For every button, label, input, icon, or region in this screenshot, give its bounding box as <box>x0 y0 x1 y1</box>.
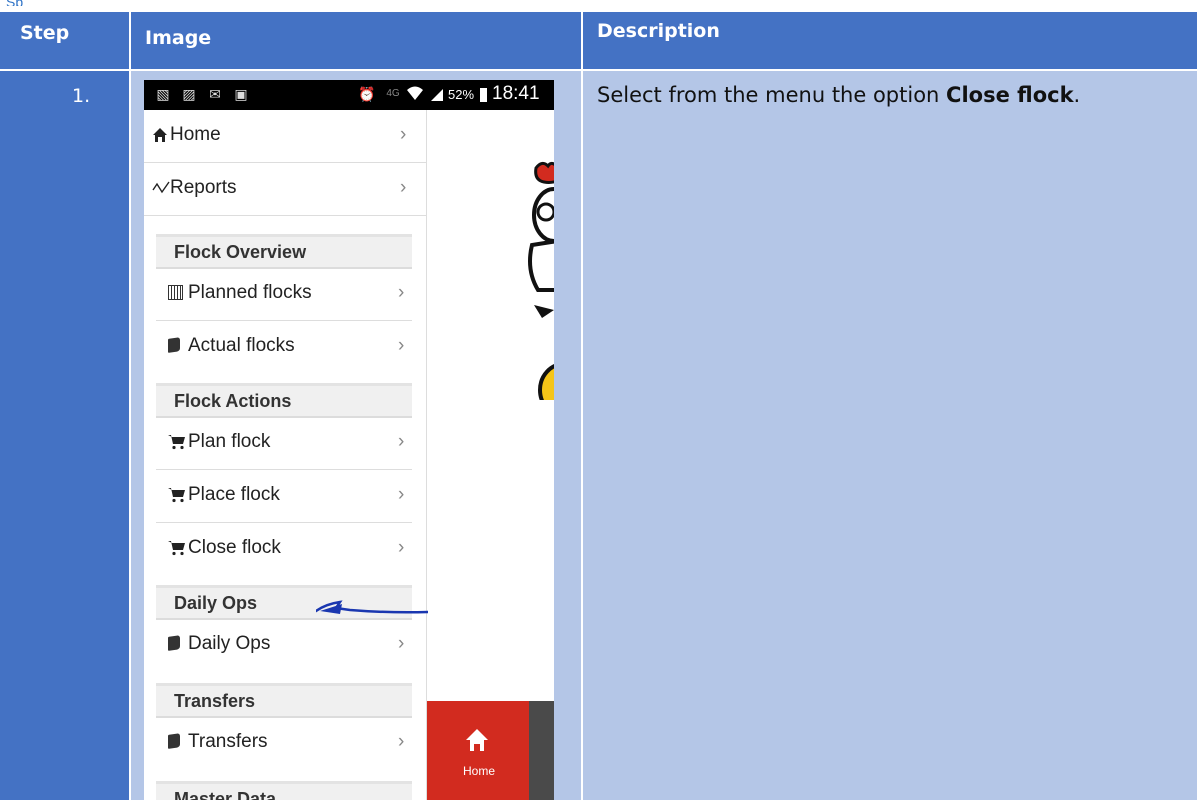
chevron-right-icon: › <box>398 633 405 654</box>
book-icon <box>168 337 186 356</box>
side-menu: Home › Reports › Flock Overview Planned … <box>144 110 427 800</box>
chevron-right-icon: › <box>398 484 405 505</box>
cart-icon <box>168 540 186 558</box>
menu-item-label: Place flock <box>188 484 280 505</box>
menu-item-close-flock[interactable]: Close flock › <box>144 523 426 575</box>
menu-item-transfers[interactable]: Transfers › <box>144 717 426 769</box>
header-description-cell: Description <box>583 12 1197 69</box>
menu-item-label: Home <box>170 124 221 145</box>
section-header-master-data: Master Data <box>156 781 412 800</box>
phone-screenshot: ▧ ▨ ✉ ▣ ⏰ 4G 52% 18:41 Home › Reports › … <box>144 80 554 800</box>
cart-icon <box>168 487 186 505</box>
menu-item-plan-flock[interactable]: Plan flock › <box>144 417 426 469</box>
app-icon: ▣ <box>234 86 248 102</box>
book-icon <box>168 635 186 654</box>
bottom-nav-home-button[interactable]: Home <box>427 701 529 800</box>
signal-icon <box>431 89 443 101</box>
chevron-right-icon: › <box>398 335 405 356</box>
description-cell: Select from the menu the option Close fl… <box>583 71 1197 800</box>
wifi-icon <box>406 85 424 103</box>
section-title: Transfers <box>174 691 256 711</box>
section-title: Master Data <box>174 789 277 800</box>
description-suffix: . <box>1073 83 1081 107</box>
menu-item-daily-ops[interactable]: Daily Ops › <box>144 619 426 671</box>
mail-icon: ✉ <box>209 86 221 102</box>
section-header-flock-actions: Flock Actions <box>156 383 412 418</box>
divider <box>144 215 426 216</box>
menu-item-place-flock[interactable]: Place flock › <box>144 470 426 522</box>
cart-icon <box>168 434 186 452</box>
description-prefix: Select from the menu the option <box>597 83 947 107</box>
network-4g-icon: 4G <box>386 88 400 99</box>
gallery-icon: ▨ <box>182 86 196 102</box>
battery-percent: 52% <box>448 87 475 102</box>
bottom-nav-button[interactable] <box>529 701 554 800</box>
menu-item-label: Reports <box>170 177 237 198</box>
home-icon <box>466 729 488 751</box>
step-cell: 1. <box>0 71 129 800</box>
battery-icon <box>480 88 487 102</box>
header-step-label: Step <box>20 22 70 44</box>
section-header-transfers: Transfers <box>156 683 412 718</box>
menu-item-planned-flocks[interactable]: Planned flocks › <box>144 268 426 320</box>
book-icon <box>168 733 186 752</box>
header-step-cell: Step <box>0 12 129 69</box>
step-number: 1. <box>72 85 91 107</box>
menu-item-label: Planned flocks <box>188 282 312 303</box>
status-bar: ▧ ▨ ✉ ▣ ⏰ 4G 52% 18:41 <box>144 80 554 110</box>
section-title: Flock Overview <box>174 242 307 262</box>
description-option-name: Close flock <box>946 83 1074 107</box>
chart-line-icon <box>152 180 170 198</box>
alarm-icon: ⏰ <box>358 86 376 102</box>
header-image-label: Image <box>145 27 212 49</box>
menu-item-label: Daily Ops <box>188 633 271 654</box>
header-image-cell: Image <box>131 12 581 69</box>
gallery-icon: ▧ <box>156 86 170 102</box>
section-header-flock-overview: Flock Overview <box>156 234 412 269</box>
annotation-arrow-icon <box>316 600 428 614</box>
menu-item-label: Plan flock <box>188 431 271 452</box>
chevron-right-icon: › <box>400 177 407 198</box>
menu-item-label: Transfers <box>188 731 268 752</box>
menu-item-label: Close flock <box>188 537 281 558</box>
menu-item-reports[interactable]: Reports › <box>144 163 426 215</box>
clock-time: 18:41 <box>492 83 540 104</box>
step-description: Select from the menu the option Close fl… <box>597 83 1080 107</box>
section-title: Daily Ops <box>174 593 258 613</box>
header-description-label: Description <box>597 20 720 42</box>
caption-fragment: Sp <box>6 0 26 6</box>
calendar-icon <box>168 285 186 303</box>
chevron-right-icon: › <box>400 124 407 145</box>
section-title: Flock Actions <box>174 391 292 411</box>
bottom-nav-home-label: Home <box>463 764 496 778</box>
menu-item-label: Actual flocks <box>188 335 295 356</box>
chevron-right-icon: › <box>398 282 405 303</box>
home-icon <box>152 127 170 145</box>
menu-item-actual-flocks[interactable]: Actual flocks › <box>144 321 426 373</box>
chevron-right-icon: › <box>398 731 405 752</box>
chicken-mascot-image <box>528 161 554 400</box>
chevron-right-icon: › <box>398 537 405 558</box>
menu-item-home[interactable]: Home › <box>144 110 426 162</box>
chevron-right-icon: › <box>398 431 405 452</box>
